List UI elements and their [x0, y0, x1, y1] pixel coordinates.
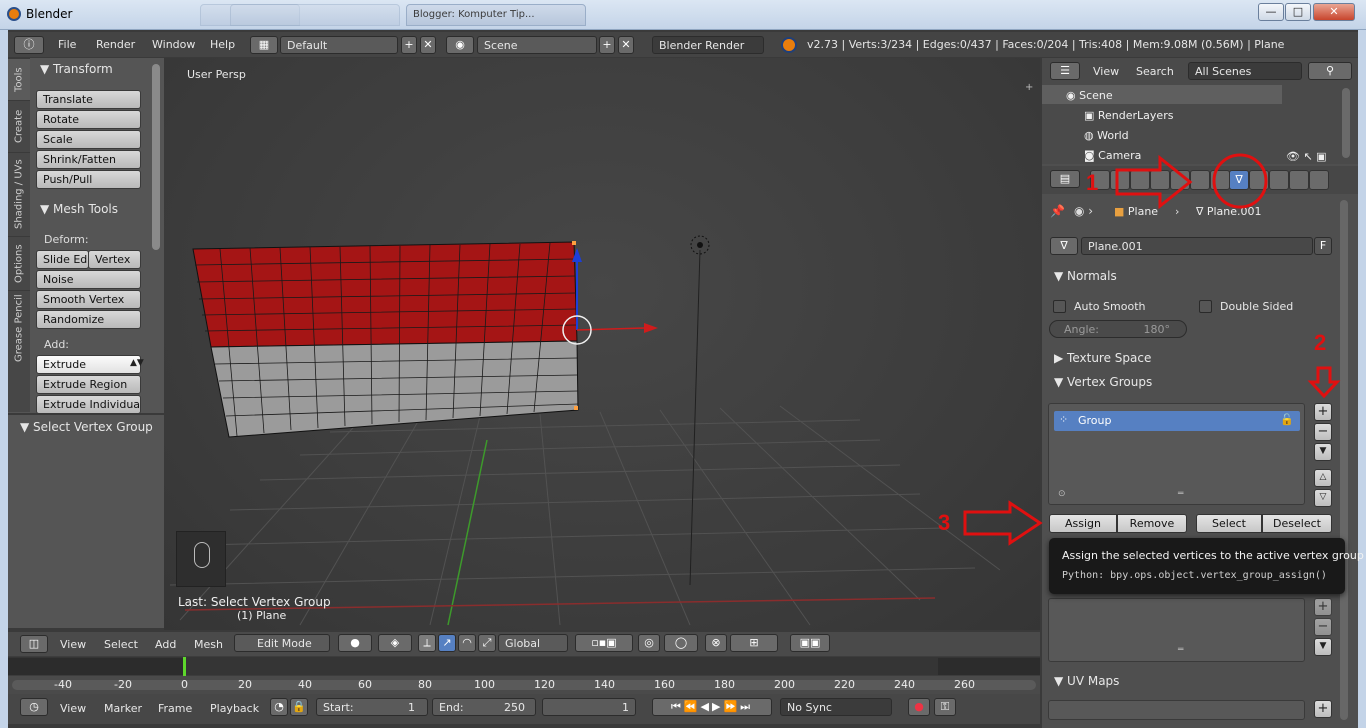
step-3-label: 3: [938, 510, 951, 535]
tutorial-annotations: [963, 153, 1341, 546]
step-1-label: 1: [1086, 170, 1099, 195]
step-2-label: 2: [1314, 330, 1327, 355]
highlight-circle-icon: [1212, 153, 1268, 209]
arrow-1-icon: [1115, 154, 1193, 210]
arrow-3-icon: [963, 500, 1043, 546]
arrow-2-icon: [1307, 366, 1341, 399]
